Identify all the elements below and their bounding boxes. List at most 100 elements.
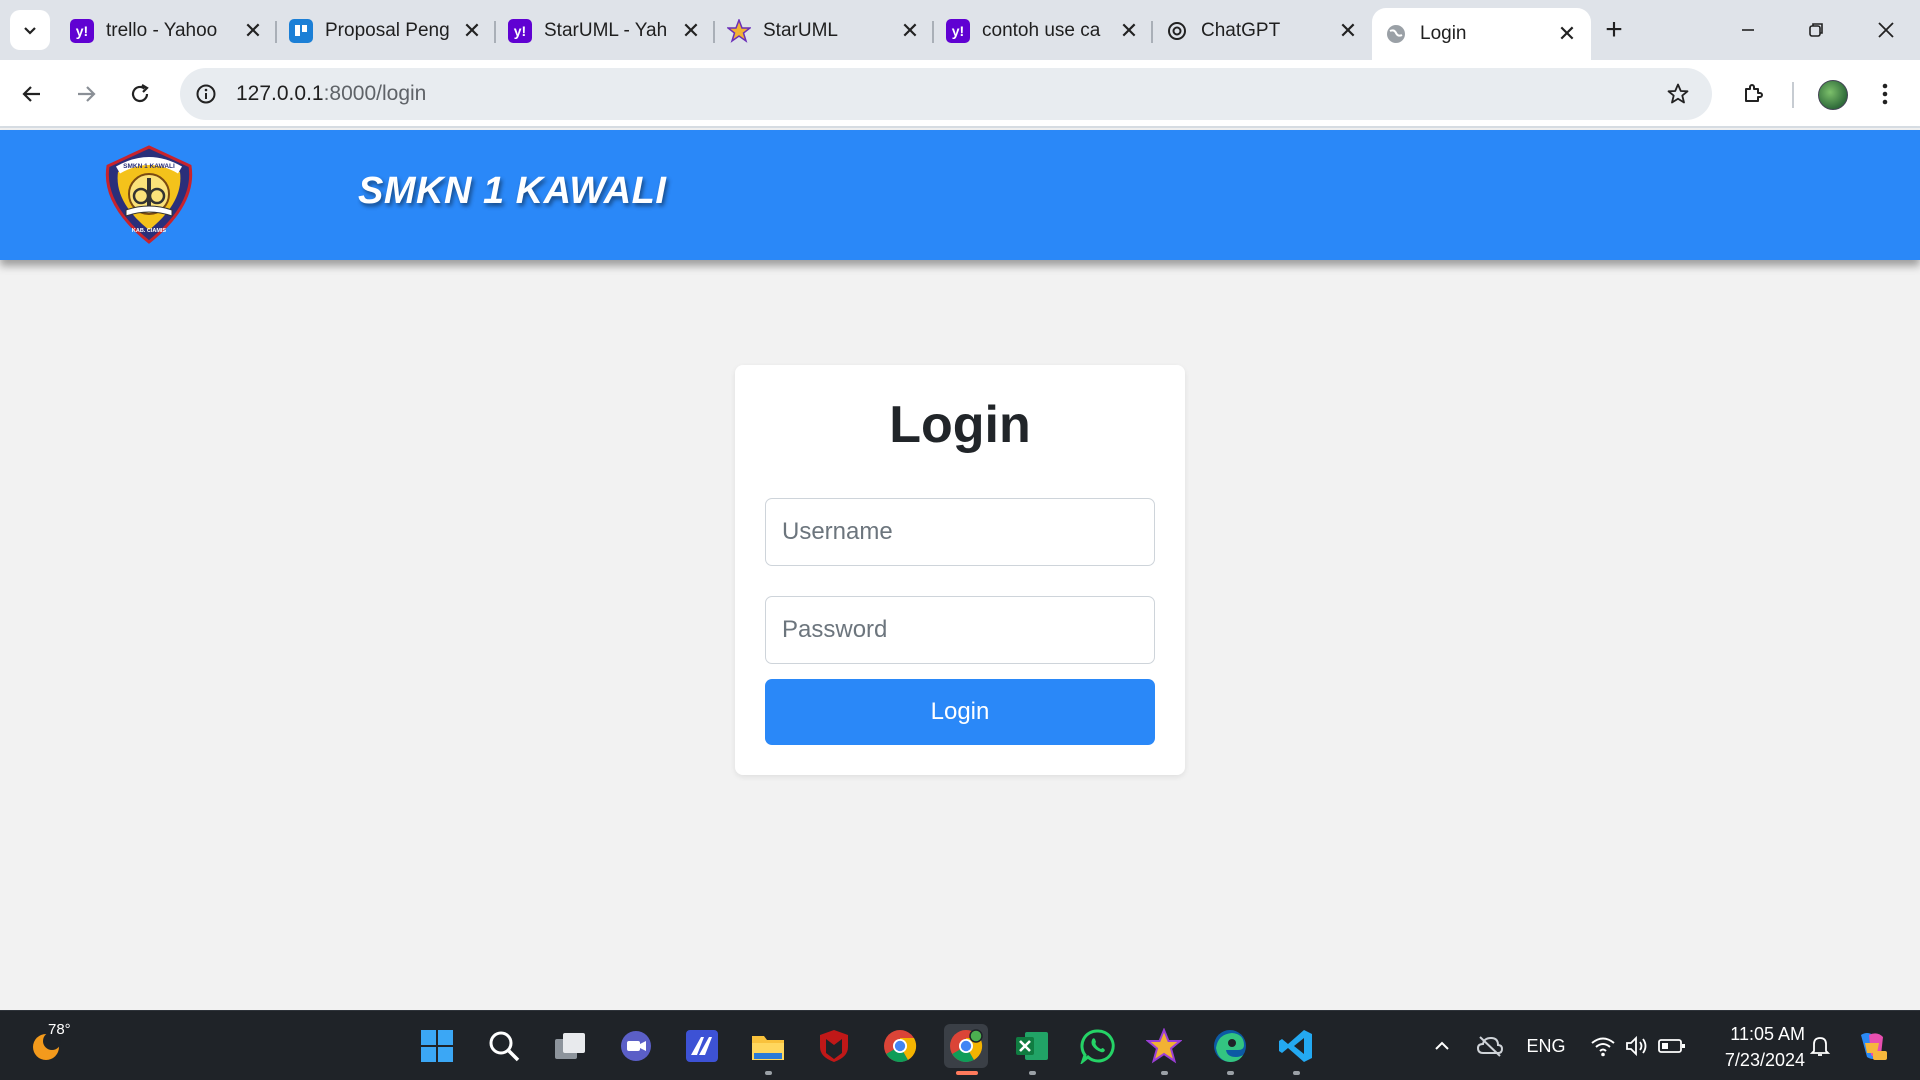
- video-chat-icon: [621, 1031, 651, 1061]
- running-indicator: [1029, 1071, 1036, 1075]
- tab-close-button[interactable]: ✕: [1117, 18, 1141, 43]
- taskbar-mcafee[interactable]: [812, 1024, 856, 1068]
- task-view-button[interactable]: [548, 1024, 592, 1068]
- shield-icon: [820, 1030, 848, 1062]
- taskbar-excel[interactable]: [1010, 1024, 1054, 1075]
- trello-icon: [289, 19, 313, 43]
- minimize-button[interactable]: [1714, 0, 1782, 60]
- tab-title: StarUML: [763, 20, 838, 41]
- tab-login[interactable]: Login ✕: [1372, 8, 1591, 60]
- more-vertical-icon: [1882, 83, 1888, 105]
- taskbar-dev-app[interactable]: [680, 1024, 724, 1068]
- tab-proposal[interactable]: Proposal Peng ✕: [277, 8, 496, 54]
- notification-bell-icon: [1809, 1037, 1831, 1056]
- tab-contoh-use-case[interactable]: y! contoh use ca ✕: [934, 8, 1153, 54]
- taskbar-meet-app[interactable]: [614, 1024, 658, 1068]
- language-text: ENG: [1526, 1035, 1566, 1056]
- tab-title: trello - Yahoo: [106, 20, 218, 41]
- taskbar-chrome-profile[interactable]: [944, 1024, 988, 1075]
- url-path: :8000/login: [323, 82, 427, 105]
- vscode-icon: [1279, 1030, 1312, 1062]
- tab-title: ChatGPT: [1201, 20, 1281, 41]
- tab-chatgpt[interactable]: ChatGPT ✕: [1153, 8, 1372, 54]
- tab-trello-yahoo[interactable]: y! trello - Yahoo ✕: [58, 8, 277, 54]
- login-button[interactable]: Login: [765, 679, 1155, 745]
- school-logo[interactable]: SMKN 1 KAWALI KAB. CIAMIS: [98, 144, 200, 246]
- close-window-button[interactable]: [1852, 0, 1920, 60]
- edge-icon: [1214, 1030, 1246, 1062]
- browser-menu-button[interactable]: [1870, 74, 1900, 114]
- task-view-icon: [555, 1033, 585, 1059]
- site-title: SMKN 1 KAWALI: [358, 170, 667, 212]
- search-icon: [489, 1031, 520, 1062]
- copilot-button[interactable]: [1852, 1011, 1892, 1080]
- profile-avatar[interactable]: [1818, 80, 1848, 110]
- tab-staruml-yahoo[interactable]: y! StarUML - Yah ✕: [496, 8, 715, 54]
- tab-close-button[interactable]: ✕: [460, 18, 484, 43]
- chrome-icon: [884, 1030, 917, 1063]
- taskbar-staruml[interactable]: [1142, 1024, 1186, 1075]
- browser-toolbar: 127.0.0.1:8000/login: [0, 60, 1920, 128]
- wifi-icon: [1591, 1037, 1615, 1057]
- taskbar-search-button[interactable]: [482, 1024, 526, 1068]
- clock-time: 11:05 AM: [1730, 1024, 1805, 1044]
- onedrive-button[interactable]: [1472, 1011, 1508, 1080]
- tab-staruml[interactable]: StarUML ✕: [715, 8, 934, 54]
- chevron-up-icon: [1435, 1041, 1449, 1050]
- tab-title: contoh use ca: [982, 20, 1101, 41]
- tab-close-button[interactable]: ✕: [898, 18, 922, 43]
- staruml-icon: [1146, 1028, 1182, 1064]
- taskbar-vscode[interactable]: [1274, 1024, 1318, 1075]
- running-indicator: [1227, 1071, 1234, 1075]
- username-input[interactable]: [765, 498, 1155, 566]
- show-hidden-icons-button[interactable]: [1424, 1011, 1460, 1080]
- network-button[interactable]: [1586, 1011, 1620, 1080]
- info-icon: [196, 84, 216, 104]
- tab-close-button[interactable]: ✕: [679, 18, 703, 43]
- address-bar[interactable]: 127.0.0.1:8000/login: [180, 68, 1712, 120]
- restore-button[interactable]: [1782, 0, 1850, 60]
- forward-button[interactable]: [66, 74, 106, 114]
- taskbar-file-explorer[interactable]: [746, 1024, 790, 1075]
- notifications-button[interactable]: [1802, 1011, 1838, 1080]
- chrome-icon: [950, 1029, 983, 1063]
- yahoo-icon: y!: [946, 19, 970, 43]
- close-icon: [1878, 22, 1894, 38]
- globe-icon: [1384, 22, 1408, 46]
- site-info-button[interactable]: [186, 74, 226, 114]
- extensions-button[interactable]: [1733, 74, 1773, 114]
- logo-top-text: SMKN 1 KAWALI: [123, 163, 175, 170]
- battery-button[interactable]: [1654, 1011, 1690, 1080]
- language-indicator[interactable]: ENG: [1522, 1011, 1570, 1080]
- taskbar-chrome[interactable]: [878, 1024, 922, 1068]
- bookmark-button[interactable]: [1658, 74, 1698, 114]
- chatgpt-icon: [1165, 19, 1189, 43]
- whatsapp-icon: [1080, 1029, 1115, 1064]
- windows-icon: [421, 1030, 453, 1062]
- weather-temperature: 78°: [48, 1021, 71, 1038]
- login-title: Login: [889, 396, 1031, 454]
- password-input[interactable]: [765, 596, 1155, 664]
- taskbar-edge[interactable]: [1208, 1024, 1252, 1075]
- yahoo-icon: y!: [508, 19, 532, 43]
- back-button[interactable]: [12, 74, 52, 114]
- tab-search-button[interactable]: [10, 10, 50, 50]
- clock[interactable]: 11:05 AM 7/23/2024: [1705, 1021, 1805, 1073]
- minimize-icon: [1742, 29, 1754, 31]
- tab-close-button[interactable]: ✕: [1336, 18, 1360, 43]
- start-button[interactable]: [415, 1024, 459, 1068]
- reload-button[interactable]: [120, 74, 160, 114]
- tab-list: y! trello - Yahoo ✕ Proposal Peng ✕ y! S…: [58, 8, 1591, 60]
- taskbar-whatsapp[interactable]: [1076, 1024, 1120, 1068]
- folder-icon: [752, 1036, 784, 1060]
- login-card: Login Login: [735, 365, 1185, 775]
- yahoo-icon: y!: [70, 19, 94, 43]
- arrow-left-icon: [22, 86, 40, 102]
- running-indicator: [1293, 1071, 1300, 1075]
- volume-button[interactable]: [1620, 1011, 1654, 1080]
- new-tab-button[interactable]: +: [1596, 12, 1632, 48]
- tab-close-button[interactable]: ✕: [1555, 21, 1579, 46]
- tab-close-button[interactable]: ✕: [241, 18, 265, 43]
- battery-icon: [1658, 1039, 1685, 1053]
- running-indicator: [956, 1071, 978, 1075]
